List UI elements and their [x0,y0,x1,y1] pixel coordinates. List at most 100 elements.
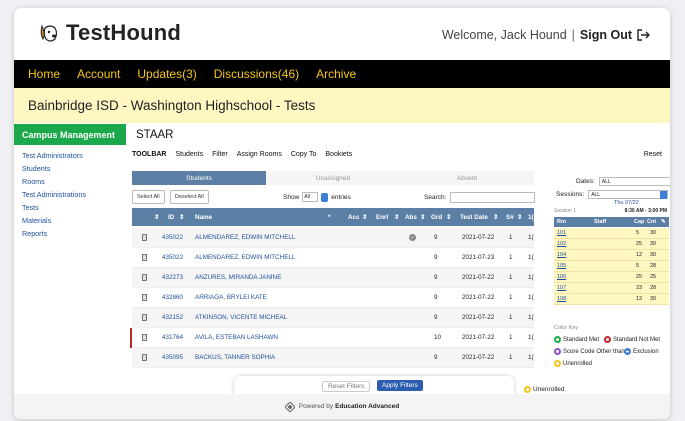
room-row[interactable]: 107 23 28 [554,283,669,294]
col-star[interactable]: * [328,214,330,221]
room-row[interactable]: 108 12 30 [554,294,669,305]
table-row[interactable]: 432273 ANZURES, MIRANDA JANINE 9 2021-07-22… [132,268,534,288]
room-row[interactable]: 105 5 28 [554,261,669,272]
sidebar-section-title[interactable]: Campus Management [14,124,126,145]
session-line: Session 1 8:30 AM - 3:00 PM [554,208,669,214]
document-icon[interactable] [142,314,147,321]
room-number[interactable]: 102 [557,241,566,247]
table-row[interactable]: 432860 ARRIAGA, BRYLEI KATE 9 2021-07-22 1 1( [132,288,534,308]
dates-select[interactable]: ALL [598,177,670,186]
toolbar-assign-rooms[interactable]: Assign Rooms [237,151,282,163]
room-number[interactable]: 107 [557,285,566,291]
col-grd[interactable]: Grd [431,214,442,221]
row-name[interactable]: ATKINSON, VICENTE MICHEAL [195,314,287,321]
col-extra[interactable]: 1( [528,214,534,221]
tab-absent[interactable]: Absent [400,171,534,185]
room-row[interactable]: 102 25 30 [554,239,669,250]
col-abs[interactable]: Abs [405,214,417,221]
sort-icon[interactable]: ⇕ [517,214,522,221]
sort-icon[interactable]: ⇕ [446,214,451,221]
sort-icon[interactable]: ⇕ [179,214,184,221]
toolbar-copy-to[interactable]: Copy To [291,151,317,163]
sort-icon[interactable]: ⇕ [362,214,367,221]
row-id[interactable]: 432152 [162,314,183,321]
table-row[interactable]: 431764 AVILA, ESTEBAN LASHAWN 10 2021-07-22… [132,328,534,348]
deselect-all-button[interactable]: Deselect All [170,190,209,204]
tab-unassigned[interactable]: Unassigned [266,171,400,185]
document-icon[interactable] [142,274,147,281]
row-id[interactable]: 435022 [162,254,183,261]
row-name[interactable]: ALMENDAREZ, EDWIN MITCHELL [195,254,295,261]
color-key-label: Unenrolled [563,360,593,367]
toolbar-filter[interactable]: Filter [212,151,228,163]
row-name[interactable]: ANZURES, MIRANDA JANINE [195,274,281,281]
room-row[interactable]: 106 25 25 [554,272,669,283]
sidebar-item-test-administrations[interactable]: Test Administrations [14,188,126,201]
toolbar-reset[interactable]: Reset [644,151,662,158]
row-name[interactable]: ALMENDAREZ, EDWIN MITCHELL [195,234,295,241]
show-select-arrow-icon[interactable] [321,192,329,202]
logo[interactable]: TestHound [36,20,181,46]
company-name[interactable]: Education Advanced [335,403,399,410]
document-icon[interactable] [142,334,147,341]
nav-updates[interactable]: Updates(3) [137,67,196,81]
toolbar-students[interactable]: Students [175,151,203,163]
nav-discussions[interactable]: Discussions(46) [214,67,299,81]
row-id[interactable]: 432273 [162,274,183,281]
col-acc[interactable]: Acc [348,214,360,221]
row-id[interactable]: 435022 [162,234,183,241]
apply-filters-button[interactable]: Apply Filters [377,380,423,391]
col-name[interactable]: Name [195,214,212,221]
col-session[interactable]: S# [506,214,514,221]
nav-archive[interactable]: Archive [316,67,356,81]
room-number[interactable]: 104 [557,252,566,258]
row-name[interactable]: AVILA, ESTEBAN LASHAWN [195,334,278,341]
sidebar-item-rooms[interactable]: Rooms [14,175,126,188]
sign-out-link[interactable]: Sign Out [580,28,632,42]
row-id[interactable]: 435095 [162,354,183,361]
document-icon[interactable] [142,254,147,261]
sidebar-item-test-administrators[interactable]: Test Administrators [14,149,126,162]
col-id[interactable]: ID [168,214,174,221]
sessions-select[interactable]: ALL [588,190,669,199]
table-row[interactable]: 435022 ALMENDAREZ, EDWIN MITCHELL 9 2021-07… [132,248,534,268]
toolbar-booklets[interactable]: Bookiets [325,151,352,163]
table-row[interactable]: 435095 BACKUS, TANNER SOPHIA 9 2021-07-22 1 1… [132,348,534,368]
edit-icon[interactable]: ✎ [661,219,666,225]
sidebar-item-students[interactable]: Students [14,162,126,175]
sign-out-icon[interactable] [637,29,650,41]
col-enrl[interactable]: Enrl [376,214,388,221]
row-id[interactable]: 432860 [162,294,183,301]
room-number[interactable]: 101 [557,230,566,236]
sidebar-item-reports[interactable]: Reports [14,227,126,240]
col-test-date[interactable]: Test Date [460,214,488,221]
room-number[interactable]: 105 [557,263,566,269]
room-row[interactable]: 104 12 30 [554,250,669,261]
room-number[interactable]: 108 [557,296,566,302]
sidebar-item-materials[interactable]: Materials [14,214,126,227]
document-icon[interactable] [142,294,147,301]
sort-icon[interactable]: ⇕ [493,214,498,221]
document-icon[interactable] [142,354,147,361]
nav-home[interactable]: Home [28,67,60,81]
row-id[interactable]: 431764 [162,334,183,341]
search-input[interactable] [450,192,536,203]
row-name[interactable]: BACKUS, TANNER SOPHIA [195,354,275,361]
select-all-button[interactable]: Select All [132,190,165,204]
room-number[interactable]: 106 [557,274,566,280]
nav-account[interactable]: Account [77,67,120,81]
district-title: Bainbridge ISD - Washington Highschool -… [14,88,670,123]
room-row[interactable]: 101 5 30 [554,228,669,239]
row-name[interactable]: ARRIAGA, BRYLEI KATE [195,294,267,301]
reset-filters-button[interactable]: Reset Filters [322,381,371,392]
chevron-down-icon[interactable] [660,191,668,199]
sort-icon[interactable]: ⇕ [420,214,425,221]
table-row[interactable]: 432152 ATKINSON, VICENTE MICHEAL 9 2021-07-… [132,308,534,328]
sort-icon[interactable]: ⇕ [154,214,159,221]
tab-students[interactable]: Students [132,171,266,185]
table-row[interactable]: 435022 ALMENDAREZ, EDWIN MITCHELL ✓ 9 2021-0… [132,228,534,248]
show-select[interactable]: All [302,192,319,202]
sidebar-item-tests[interactable]: Tests [14,201,126,214]
sort-icon[interactable]: ⇕ [394,214,399,221]
document-icon[interactable] [142,234,147,241]
